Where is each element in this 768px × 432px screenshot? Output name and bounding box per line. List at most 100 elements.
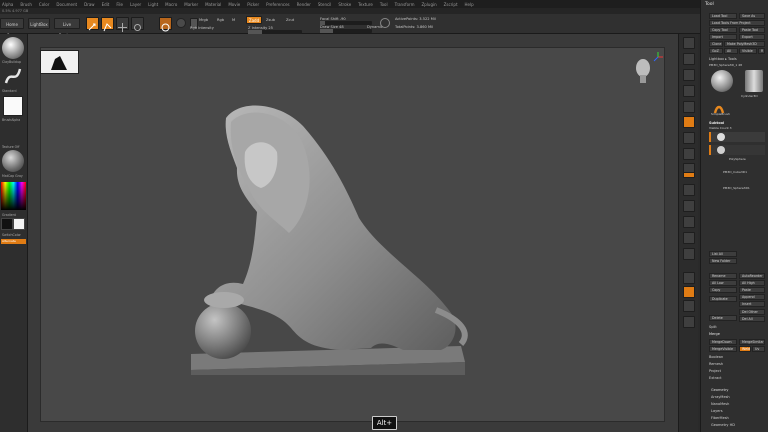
live-boolean-button[interactable]: Live Boolean [54,18,80,38]
list-all-button[interactable]: List All [709,251,737,257]
bpr-icon[interactable] [683,37,695,49]
extract-section[interactable]: Extract [709,376,722,380]
project-section[interactable]: Project [709,369,721,373]
brush-alpha-icon[interactable] [3,96,23,116]
navigation-head-icon[interactable] [632,55,654,85]
draw-size-slider[interactable] [320,29,372,33]
menu-item-macro[interactable]: Macro [165,2,177,7]
ghost-icon[interactable] [683,286,695,298]
document-canvas[interactable] [40,47,665,422]
alternate-button[interactable]: Alternate [1,239,26,244]
cylinder-tool-thumb[interactable] [745,70,763,92]
frame-icon[interactable] [683,184,695,196]
goz-button[interactable]: GoZ [709,48,723,54]
lightbox-button[interactable]: LightBox [28,18,50,29]
clone-button[interactable]: Clone [709,41,723,47]
local-icon[interactable] [683,148,695,160]
rotate-view-icon[interactable] [683,232,695,244]
menu-item-light[interactable]: Light [148,2,158,7]
lightbox-tools-label[interactable]: Lightbox ▸ Tools [709,57,737,61]
visible-button[interactable]: Visible [739,48,757,54]
main-color-swatch[interactable] [1,218,13,230]
del-other-button[interactable]: Del Other [739,309,765,315]
move-mode-icon[interactable] [116,17,129,32]
menu-item-texture[interactable]: Texture [358,2,373,7]
insert-button[interactable]: Insert [739,301,765,307]
rgb-label[interactable]: Rgb [217,18,224,22]
menu-item-color[interactable]: Color [39,2,49,7]
solo-icon[interactable] [683,300,695,312]
floor-icon[interactable] [683,132,695,144]
boolean-section[interactable]: Boolean [709,355,723,359]
menu-item-document[interactable]: Document [56,2,77,7]
menu-item-tool[interactable]: Tool [380,2,388,7]
duplicate-button[interactable]: Duplicate [709,296,737,302]
secondary-color-swatch[interactable] [13,218,25,230]
persp-icon[interactable] [683,116,695,128]
switch-color-label[interactable]: SwitchColor [2,233,21,237]
copy-tool-button[interactable]: Copy Tool [709,27,737,33]
color-picker-icon[interactable] [1,182,26,210]
current-tool-thumb[interactable] [711,70,733,92]
pm3d-cube-label[interactable]: PM3D_Cube3D1 [723,170,747,174]
zadd-button[interactable]: Zadd [246,16,262,24]
uv-toggle[interactable]: Uv [752,346,765,352]
menu-item-stencil[interactable]: Stencil [318,2,332,7]
import-button[interactable]: Import [709,34,737,40]
menu-item-stroke[interactable]: Stroke [338,2,351,7]
scale-mode-icon[interactable] [131,17,144,31]
merge-section[interactable]: Merge [709,332,720,336]
rotate-mode-icon[interactable] [159,17,172,32]
merge-down-button[interactable]: MergeDown [709,339,737,345]
m-label[interactable]: M [232,18,235,22]
subtool-header[interactable]: Subtool [709,121,724,125]
geometry-hd-section[interactable]: Geometry HD [711,423,735,427]
arraymesh-section[interactable]: ArrayMesh [711,395,730,399]
polyf-icon[interactable] [683,248,695,260]
transp-icon[interactable] [683,272,695,284]
material-sphere-icon[interactable] [176,18,186,28]
home-page-button[interactable]: Home Page [0,18,24,38]
menu-item-material[interactable]: Material [205,2,221,7]
menu-item-brush[interactable]: Brush [20,2,32,7]
del-all-button[interactable]: Del All [739,316,765,322]
texture-off-label[interactable]: Texture Off [2,145,19,149]
mrgb-label[interactable]: Mrgb [199,18,208,22]
r-button[interactable]: R [758,48,765,54]
zsub-label[interactable]: Zsub [266,18,275,22]
menu-item-zscript[interactable]: Zscript [444,2,458,7]
menu-item-edit[interactable]: Edit [102,2,110,7]
export-button[interactable]: Export [739,34,765,40]
dynamic-circle-icon[interactable] [380,18,390,28]
geometry-section[interactable]: Geometry [711,388,728,392]
simple-brush-icon[interactable] [713,100,725,114]
save-as-button[interactable]: Save As [739,13,765,19]
draw-mode-icon[interactable] [101,17,114,32]
load-tools-from-project-button[interactable]: Load Tools From Project [709,20,765,26]
xyz-icon[interactable] [683,172,695,178]
axis-gizmo-icon[interactable] [652,48,664,62]
pm3d-sphere-label[interactable]: PM3D_Sphere3D1 [723,186,750,190]
matcap-material-icon[interactable] [2,150,24,172]
zoom-view-icon[interactable] [683,216,695,228]
menu-item-transform[interactable]: Transform [395,2,415,7]
menu-item-file[interactable]: File [116,2,123,7]
make-polymesh-button[interactable]: Make PolyMesh3D [724,41,765,47]
subtool-row-2[interactable] [709,145,765,155]
zoom-icon[interactable] [683,85,695,97]
fibermesh-section[interactable]: FiberMesh [711,416,729,420]
menu-item-alpha[interactable]: Alpha [2,2,13,7]
spix-icon[interactable] [683,53,695,65]
menu-item-help[interactable]: Help [465,2,474,7]
merge-visible-button[interactable]: MergeVisible [709,346,737,352]
layers-section[interactable]: Layers [711,409,723,413]
menu-item-render[interactable]: Render [297,2,311,7]
standard-stroke-icon[interactable] [2,65,24,87]
new-folder-button[interactable]: New Folder [709,258,737,264]
delete-button[interactable]: Delete [709,315,737,321]
menu-item-marker[interactable]: Marker [184,2,198,7]
edit-mode-icon[interactable] [86,17,99,31]
autoreorder-button[interactable]: AutoReorder [739,273,765,279]
paste-tool-button[interactable]: Paste Tool [739,27,765,33]
xpose-icon[interactable] [683,316,695,328]
